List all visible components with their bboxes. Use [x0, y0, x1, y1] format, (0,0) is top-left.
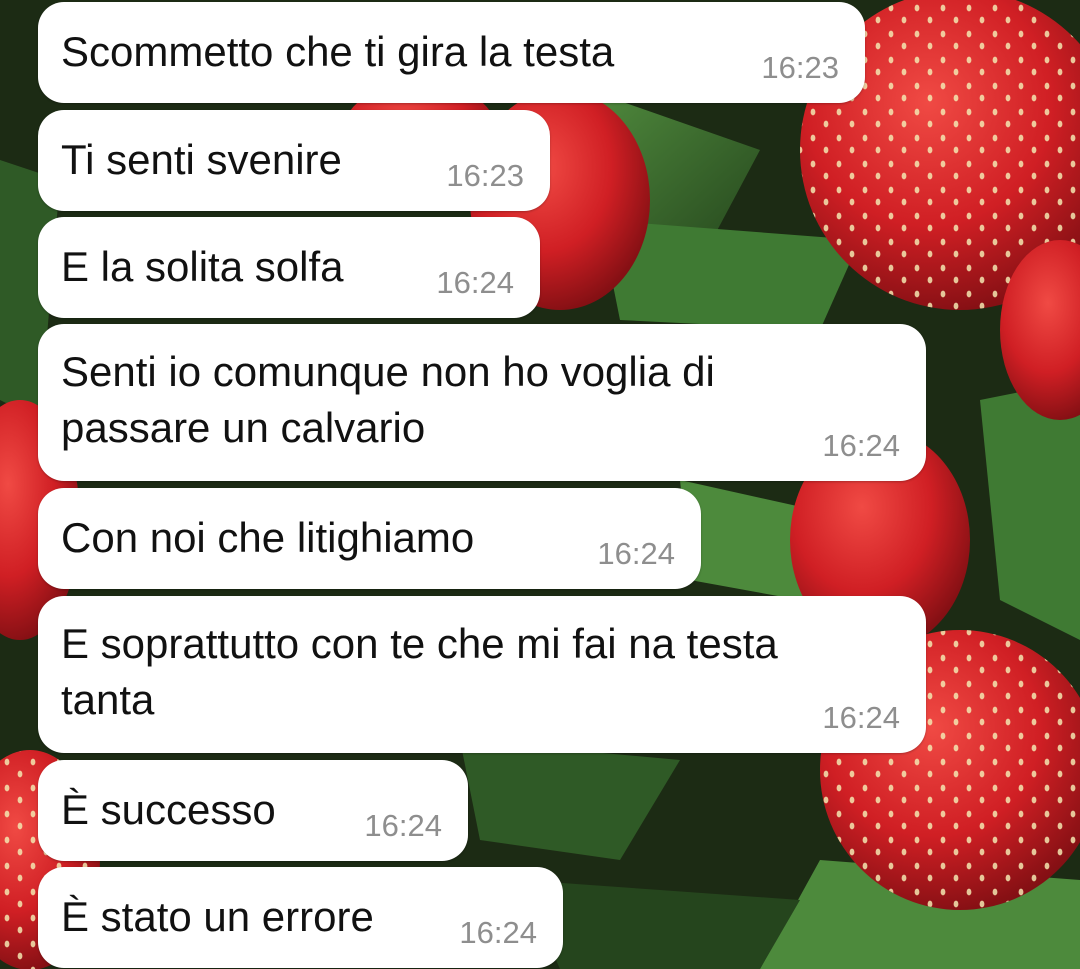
chat-message-list[interactable]: Scommetto che ti gira la testa 16:23 Ti …	[0, 0, 1080, 969]
message-text: Ti senti svenire	[61, 136, 342, 183]
message-text: E la solita solfa	[61, 243, 344, 290]
message-bubble[interactable]: Senti io comunque non ho voglia di passa…	[38, 324, 926, 481]
message-timestamp: 16:23	[446, 158, 524, 193]
message-bubble[interactable]: E soprattutto con te che mi fai na testa…	[38, 596, 926, 753]
message-text: È stato un errore	[61, 893, 374, 940]
message-bubble[interactable]: È successo 16:24	[38, 760, 468, 861]
message-timestamp: 16:24	[459, 915, 537, 950]
message-bubble[interactable]: Ti senti svenire 16:23	[38, 110, 550, 211]
message-bubble[interactable]: È stato un errore 16:24	[38, 867, 563, 968]
message-timestamp: 16:24	[436, 265, 514, 300]
message-bubble[interactable]: Scommetto che ti gira la testa 16:23	[38, 2, 865, 103]
message-timestamp: 16:24	[822, 428, 900, 463]
message-text: È successo	[61, 786, 276, 833]
message-bubble[interactable]: E la solita solfa 16:24	[38, 217, 540, 318]
message-timestamp: 16:23	[761, 50, 839, 85]
message-text: Senti io comunque non ho voglia di passa…	[61, 348, 715, 451]
message-timestamp: 16:24	[822, 700, 900, 735]
message-bubble[interactable]: Con noi che litighiamo 16:24	[38, 488, 701, 589]
message-text: E soprattutto con te che mi fai na testa…	[61, 620, 778, 723]
message-text: Con noi che litighiamo	[61, 514, 475, 561]
message-timestamp: 16:24	[364, 808, 442, 843]
message-text: Scommetto che ti gira la testa	[61, 28, 615, 75]
message-timestamp: 16:24	[597, 536, 675, 571]
